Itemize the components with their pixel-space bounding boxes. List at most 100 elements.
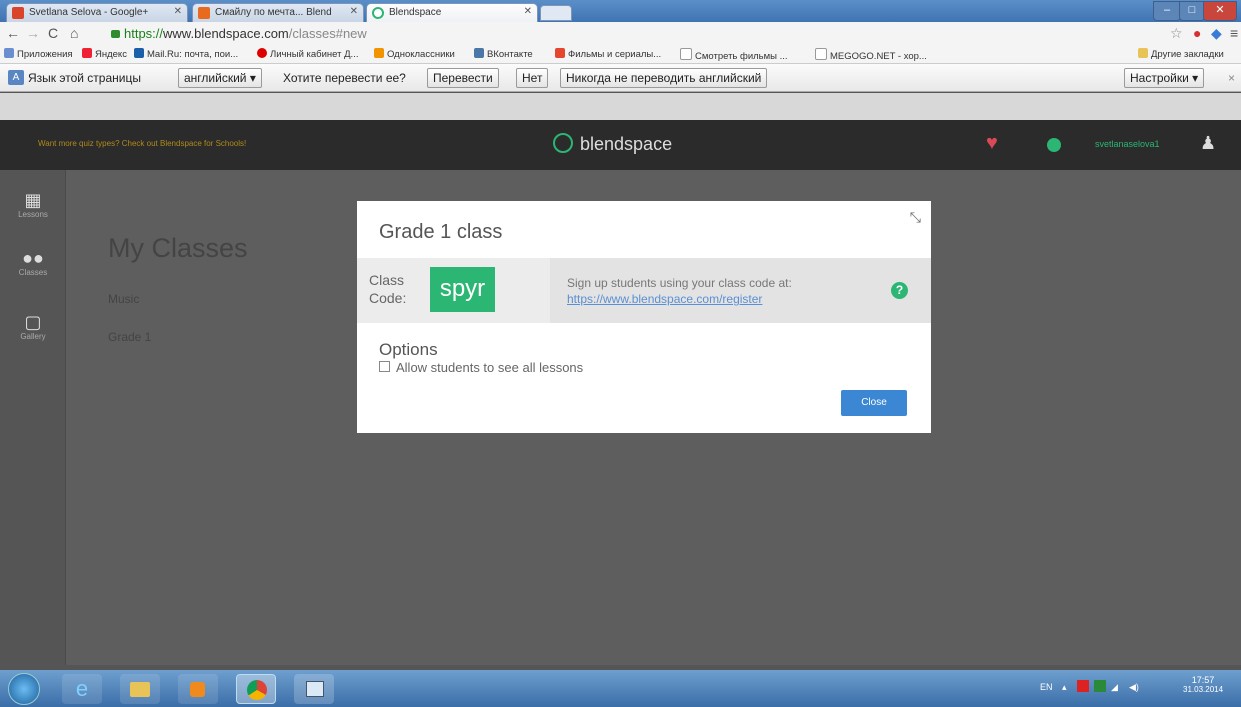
app-logo[interactable]: blendspace: [580, 134, 672, 155]
class-code-bar: Class Code: spyr Sign up students using …: [357, 258, 931, 323]
bookmark-label: Яндекс: [95, 49, 127, 60]
collapse-icon[interactable]: ⤡: [910, 209, 921, 226]
clock[interactable]: 17:57 31.03.2014: [1183, 675, 1223, 694]
forward-arrow-icon[interactable]: →: [26, 25, 40, 41]
tray-app-icon[interactable]: [1094, 680, 1106, 692]
reload-icon[interactable]: C: [48, 25, 58, 41]
bookmark-item[interactable]: ВКонтакте: [474, 48, 533, 60]
settings-label: Настройки: [1130, 71, 1189, 85]
bookmark-label: Mail.Ru: почта, пои...: [147, 49, 239, 60]
other-bookmarks[interactable]: Другие закладки: [1138, 48, 1224, 60]
sidebar-item-lessons[interactable]: ▦ Lessons: [0, 190, 66, 219]
no-button[interactable]: Нет: [516, 68, 549, 88]
bookmark-item[interactable]: Приложения: [4, 48, 73, 60]
sidebar-item-classes[interactable]: ●● Classes: [0, 248, 66, 277]
network-icon[interactable]: ◢: [1111, 682, 1118, 693]
help-circle-icon[interactable]: [1047, 138, 1061, 152]
browser-tab[interactable]: Svetlana Selova - Google+ ✕: [6, 3, 188, 22]
home-icon[interactable]: ⌂: [70, 25, 78, 41]
page-title: My Classes: [108, 233, 248, 263]
page-icon: [815, 48, 827, 60]
address-bar[interactable]: https://www.blendspace.com/classes#new: [111, 25, 1111, 42]
bookmark-label: Личный кабинет Д...: [270, 49, 359, 60]
translate-lead: Язык этой страницы: [28, 71, 141, 85]
bookmark-label: ВКонтакте: [487, 49, 533, 60]
never-translate-button[interactable]: Никогда не переводить английский: [560, 68, 768, 88]
class-item-grade-1[interactable]: Grade 1: [108, 330, 151, 344]
bookmark-item[interactable]: Фильмы и сериалы...: [555, 48, 661, 60]
translate-settings-button[interactable]: Настройки ▾: [1124, 68, 1205, 88]
allow-lessons-option[interactable]: Allow students to see all lessons: [379, 360, 583, 375]
bookmark-label: MEGOGO.NET - хор...: [830, 51, 927, 62]
extension-icon[interactable]: ◆: [1211, 25, 1222, 41]
promo-link[interactable]: Want more quiz types? Check out Blendspa…: [38, 139, 246, 148]
tray-expand-icon[interactable]: ▴: [1062, 682, 1067, 693]
close-window-button[interactable]: ✕: [1203, 1, 1237, 21]
question-icon[interactable]: ?: [891, 282, 908, 299]
tab-title: Blendspace: [389, 7, 442, 18]
language-select[interactable]: английский ▾: [178, 68, 262, 88]
bookmark-label: Другие закладки: [1151, 49, 1224, 60]
allow-lessons-checkbox[interactable]: [379, 361, 390, 372]
tray-alert-icon[interactable]: [1077, 680, 1089, 692]
close-translate-icon[interactable]: ×: [1228, 71, 1235, 85]
allow-lessons-label: Allow students to see all lessons: [396, 360, 584, 375]
browser-tab-strip: Svetlana Selova - Google+ ✕ Смайлу по ме…: [0, 0, 1241, 22]
window-controls: – □ ✕: [1153, 1, 1237, 21]
translate-button[interactable]: Перевести: [427, 68, 499, 88]
translate-icon: A: [8, 70, 24, 85]
url-scheme: https://: [124, 26, 164, 41]
explorer-folder-icon[interactable]: [120, 674, 160, 704]
new-tab-button[interactable]: [540, 5, 572, 21]
minimize-button[interactable]: –: [1153, 1, 1181, 21]
internet-explorer-icon[interactable]: e: [62, 674, 102, 704]
menu-icon[interactable]: ≡: [1230, 25, 1238, 41]
browser-tab-active[interactable]: Blendspace ✕: [366, 3, 538, 22]
close-button[interactable]: Close: [841, 390, 907, 416]
gallery-icon: ▢: [24, 312, 42, 332]
page-backdrop: [0, 93, 1241, 120]
screenshot-app-icon[interactable]: [294, 674, 334, 704]
clock-date: 31.03.2014: [1183, 685, 1224, 694]
sidebar-item-gallery[interactable]: ▢ Gallery: [0, 312, 66, 341]
bookmark-label: Одноклассники: [387, 49, 455, 60]
apps-icon: [4, 48, 14, 58]
bookmark-item[interactable]: Личный кабинет Д...: [257, 48, 358, 60]
url-host: www.blendspace.com: [163, 26, 289, 41]
translate-question: Хотите перевести ее?: [283, 71, 406, 85]
bookmark-item[interactable]: Смотреть фильмы ...: [680, 48, 788, 62]
user-icon[interactable]: ♟: [1200, 133, 1216, 154]
bookmark-item[interactable]: MEGOGO.NET - хор...: [815, 48, 927, 62]
app-header: Want more quiz types? Check out Blendspa…: [0, 120, 1241, 170]
page-icon: [680, 48, 692, 60]
clock-time: 17:57: [1191, 675, 1215, 685]
browser-toolbar: ← → C ⌂ https://www.blendspace.com/class…: [0, 22, 1241, 44]
bookmark-label: Фильмы и сериалы...: [568, 49, 662, 60]
bookmark-item[interactable]: Одноклассники: [374, 48, 455, 60]
username[interactable]: svetlanaselova1: [1095, 139, 1160, 149]
sidebar-item-label: Lessons: [18, 210, 48, 219]
chrome-icon[interactable]: [236, 674, 276, 704]
start-button[interactable]: [8, 673, 40, 705]
bookmark-item[interactable]: Яндекс: [82, 48, 127, 60]
volume-icon[interactable]: ◀): [1129, 682, 1139, 693]
close-tab-icon[interactable]: ✕: [350, 6, 358, 17]
star-icon[interactable]: ☆: [1170, 25, 1183, 41]
signup-link[interactable]: https://www.blendspace.com/register: [567, 292, 762, 306]
media-player-icon[interactable]: [178, 674, 218, 704]
url-path: /classes#new: [288, 26, 367, 41]
close-tab-icon[interactable]: ✕: [174, 6, 182, 17]
maximize-button[interactable]: □: [1179, 1, 1205, 21]
language-value: английский: [184, 71, 247, 85]
browser-tab[interactable]: Смайлу по мечта... Blend ✕: [192, 3, 364, 22]
class-item-music[interactable]: Music: [108, 292, 139, 306]
heart-icon[interactable]: ♥: [986, 132, 998, 155]
folder-icon: [1138, 48, 1148, 58]
language-indicator[interactable]: EN: [1040, 682, 1053, 692]
close-tab-icon[interactable]: ✕: [524, 6, 532, 17]
back-arrow-icon[interactable]: ←: [6, 25, 20, 41]
bookmark-label: Приложения: [17, 49, 73, 60]
adblock-icon[interactable]: ●: [1193, 25, 1201, 41]
sidebar-item-label: Gallery: [20, 332, 46, 341]
bookmark-item[interactable]: Mail.Ru: почта, пои...: [134, 48, 238, 60]
